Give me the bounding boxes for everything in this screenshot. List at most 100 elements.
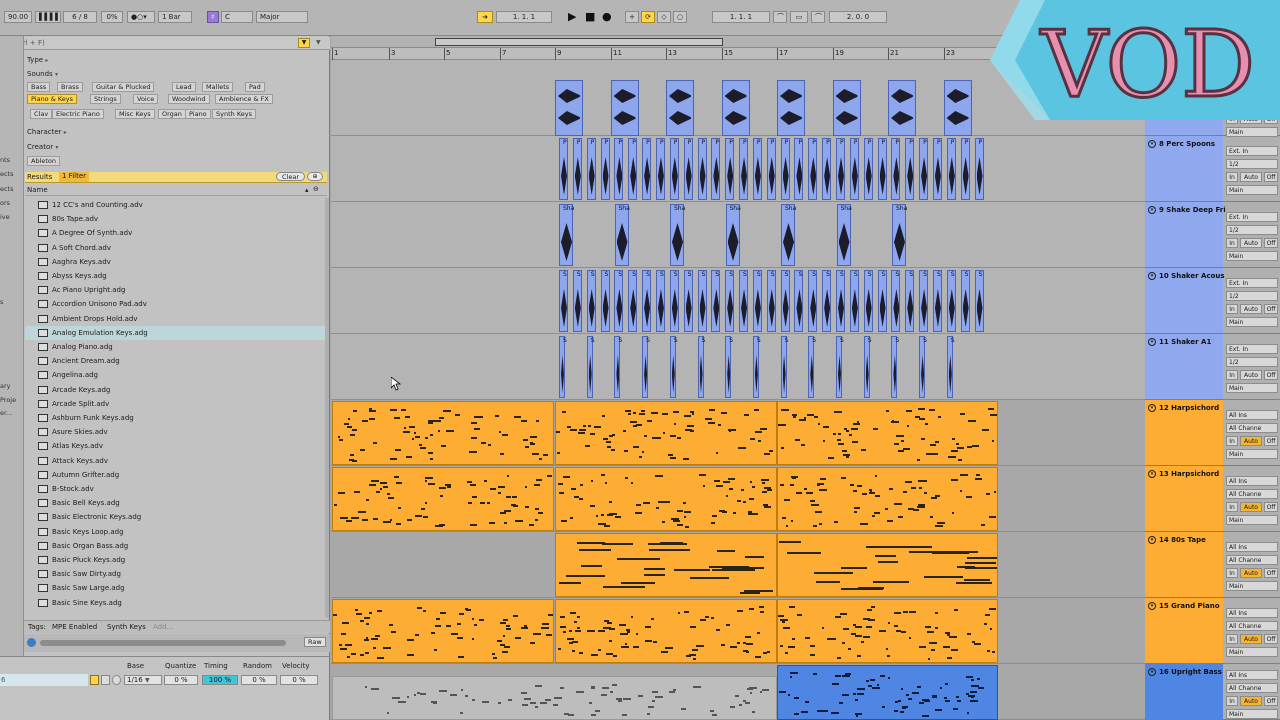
input-channel-select[interactable]: 1/2 <box>1226 225 1278 235</box>
audio-clip[interactable]: S <box>766 270 776 332</box>
punch-out-button[interactable]: ⌒ <box>811 11 825 23</box>
list-item[interactable]: A Degree Of Synth.adv <box>25 226 325 240</box>
audio-clip[interactable] <box>666 80 694 136</box>
sound-tag-strings[interactable]: Strings <box>90 94 121 104</box>
name-column-header[interactable]: Name ▴ ⊖ <box>25 184 327 196</box>
audio-clip[interactable] <box>555 80 583 136</box>
input-channel-select[interactable]: All Channe <box>1226 683 1278 693</box>
sound-tag-organ[interactable]: Organ <box>158 109 186 119</box>
fold-icon[interactable]: ▾ <box>1148 140 1156 148</box>
track-header[interactable]: ▾ 12 Harpsichord All Ins All Channe In Auto Of… <box>1145 400 1280 466</box>
audio-clip[interactable]: P <box>822 138 832 200</box>
input-type-select[interactable]: All Ins <box>1226 476 1278 486</box>
midi-clip[interactable] <box>332 401 554 465</box>
audio-clip[interactable]: S <box>946 336 955 398</box>
follow-button[interactable]: ➜ <box>477 11 493 23</box>
audio-clip[interactable]: S <box>891 270 901 332</box>
tap-tempo-button[interactable]: ▌▌▌▌ <box>35 11 61 23</box>
input-channel-select[interactable]: 1/2 <box>1226 357 1278 367</box>
list-item[interactable]: Aaghra Keys.adv <box>25 255 325 269</box>
output-select[interactable]: Main <box>1226 581 1278 591</box>
list-item[interactable]: A Soft Chord.adv <box>25 241 325 255</box>
stop-icon[interactable]: ■ <box>585 11 595 23</box>
monitor-off-button[interactable]: Off <box>1264 634 1278 644</box>
audio-clip[interactable]: S <box>642 270 652 332</box>
monitor-in-button[interactable]: In <box>1226 436 1238 446</box>
audio-clip[interactable]: P <box>559 138 568 200</box>
audio-clip[interactable]: S <box>655 270 665 332</box>
audio-clip[interactable]: P <box>669 138 679 200</box>
sound-tag-piano-keys[interactable]: Piano & Keys <box>27 94 78 104</box>
sound-tag-woodwind[interactable]: Woodwind <box>168 94 210 104</box>
monitor-off-button[interactable]: Off <box>1264 304 1278 314</box>
audio-clip[interactable]: S <box>946 270 956 332</box>
input-type-select[interactable]: All Ins <box>1226 608 1278 618</box>
audio-clip[interactable]: P <box>614 138 624 200</box>
output-select[interactable]: Main <box>1226 317 1278 327</box>
sound-tag-synth-keys[interactable]: Synth Keys <box>212 109 256 119</box>
list-item[interactable]: Accordion Unisono Pad.adv <box>25 297 325 311</box>
place-item[interactable]: ary <box>0 382 11 390</box>
sound-tag-brass[interactable]: Brass <box>57 82 83 92</box>
track-title-bar[interactable]: ▾ 10 Shaker Acous <box>1145 268 1225 333</box>
track-title-bar[interactable]: ▾ 14 80s Tape <box>1145 532 1223 597</box>
results-scrollbar[interactable] <box>325 198 329 618</box>
audio-clip[interactable]: P <box>711 138 721 200</box>
monitor-auto-button[interactable]: Auto <box>1240 370 1262 380</box>
sound-tag-electric-piano[interactable]: Electric Piano <box>52 109 104 119</box>
monitor-off-button[interactable]: Off <box>1264 370 1278 380</box>
audio-clip[interactable]: S <box>849 270 859 332</box>
list-item[interactable]: Asure Skies.adv <box>25 425 325 439</box>
velocity-amount[interactable]: 0 % <box>280 675 318 685</box>
audio-clip[interactable]: P <box>836 138 845 200</box>
input-channel-select[interactable]: 1/2 <box>1226 291 1278 301</box>
tempo-field[interactable]: 90.00 <box>4 11 32 23</box>
midi-clip[interactable] <box>332 676 777 720</box>
track-lane[interactable] <box>331 136 1145 202</box>
audio-clip[interactable]: S <box>863 336 872 398</box>
audio-clip[interactable]: S <box>725 336 733 398</box>
fold-icon[interactable]: ▾ <box>1148 536 1156 544</box>
track-title-bar[interactable]: ▾ 11 Shaker A1 <box>1145 334 1223 399</box>
audio-clip[interactable]: P <box>849 138 859 200</box>
scale-selector[interactable]: Major <box>256 11 308 23</box>
audio-clip[interactable]: S <box>960 270 970 332</box>
track-title-bar[interactable]: ▾ 8 Perc Spoons <box>1145 136 1223 201</box>
audio-clip[interactable]: P <box>780 138 790 200</box>
audio-clip[interactable]: P <box>572 138 582 200</box>
audio-clip[interactable]: Sha <box>781 204 796 266</box>
loop-switch[interactable]: ▭ <box>790 11 808 23</box>
output-select[interactable]: Main <box>1226 251 1278 261</box>
output-select[interactable]: Main <box>1226 383 1278 393</box>
audio-clip[interactable]: S <box>877 270 887 332</box>
input-channel-select[interactable]: All Channe <box>1226 489 1278 499</box>
audio-clip[interactable]: S <box>974 270 984 332</box>
audio-clip[interactable]: S <box>586 270 596 332</box>
monitor-off-button[interactable]: Off <box>1264 436 1278 446</box>
filter-type-header[interactable]: Type ▸ <box>27 56 48 64</box>
track-title-bar[interactable]: ▾ 9 Shake Deep Fri <box>1145 202 1226 267</box>
lock-icon[interactable] <box>90 675 99 685</box>
audio-clip[interactable] <box>888 80 916 136</box>
sound-tag-ambience-fx[interactable]: Ambience & FX <box>215 94 273 104</box>
track-lane[interactable] <box>331 268 1145 334</box>
key-selector[interactable]: C <box>221 11 253 23</box>
capture-button[interactable]: ◇ <box>657 11 671 23</box>
random-amount[interactable]: 0 % <box>241 675 277 685</box>
place-item[interactable]: ects <box>0 170 14 178</box>
save-icon[interactable] <box>101 675 110 685</box>
list-item[interactable]: Ancient Dream.adg <box>25 354 325 368</box>
audio-clip[interactable]: S <box>808 270 818 332</box>
monitor-in-button[interactable]: In <box>1226 238 1238 248</box>
track-header[interactable]: ▾ 8 Perc Spoons Ext. In 1/2 In Auto Off Main <box>1145 136 1280 202</box>
monitor-auto-button[interactable]: Auto <box>1240 696 1262 706</box>
place-item[interactable]: ive <box>0 213 10 221</box>
add-filter-button[interactable]: ⊕ <box>307 172 323 181</box>
chevron-down-icon[interactable]: ▼ <box>316 39 321 46</box>
audio-clip[interactable]: S <box>614 336 622 398</box>
audio-clip[interactable]: S <box>725 270 735 332</box>
list-item[interactable]: Basic Organ Bass.adg <box>25 539 325 553</box>
monitor-off-button[interactable]: Off <box>1264 568 1278 578</box>
filter-view-button[interactable]: ▼ <box>298 38 310 48</box>
monitor-in-button[interactable]: In <box>1226 568 1238 578</box>
